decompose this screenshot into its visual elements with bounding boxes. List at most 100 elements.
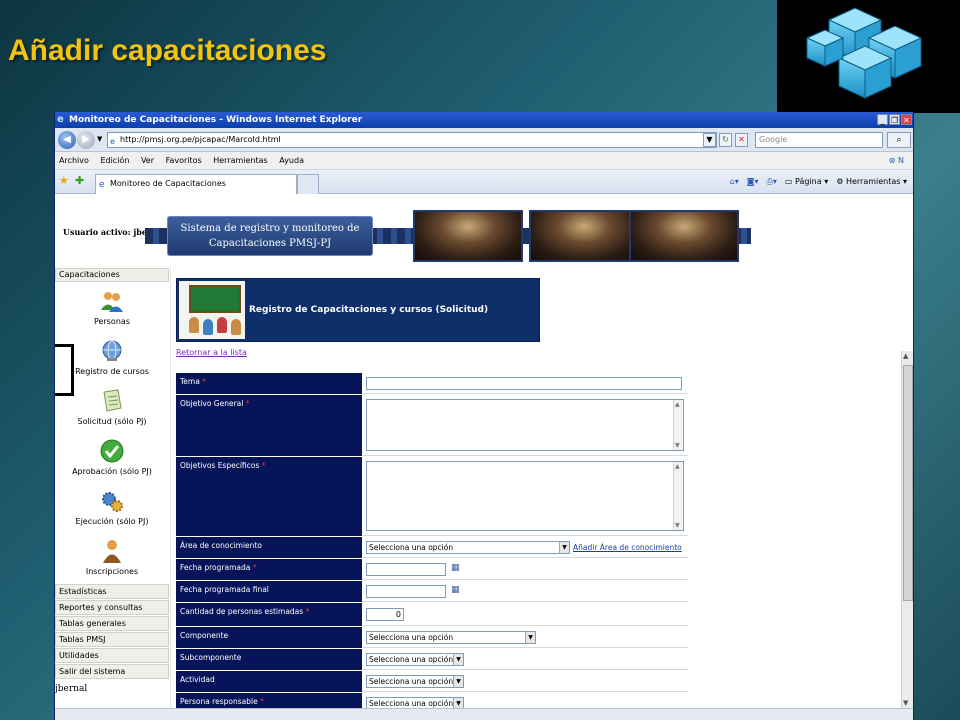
row-componente: Componente Selecciona una opción ▼ (176, 626, 688, 648)
banner-photo-2 (529, 210, 639, 262)
row-area-conocimiento: Área de conocimiento Selecciona una opci… (176, 536, 688, 558)
globe-icon (99, 338, 125, 364)
add-area-link[interactable]: Añadir Área de conocimiento (573, 543, 682, 552)
page-scrollbar[interactable]: ▲ ▼ (901, 351, 913, 708)
document-icon (99, 388, 125, 414)
address-dropdown-icon[interactable]: ▼ (703, 133, 716, 147)
menu-herramientas[interactable]: Herramientas (213, 156, 268, 165)
sidebar-section-salir[interactable]: Salir del sistema (55, 664, 169, 679)
chevron-down-icon: ▼ (453, 654, 463, 665)
home-icon[interactable]: ⌂▾ (730, 175, 739, 189)
objetivo-general-textarea[interactable] (366, 399, 684, 451)
address-bar[interactable]: e http://pmsj.org.pe/pjcapac/MarcoId.htm… (107, 132, 717, 148)
web-content: Usuario activo: jbernal Sistema de regis… (55, 196, 913, 708)
tema-input[interactable] (366, 377, 682, 390)
form-header-title: Registro de Capacitaciones y cursos (Sol… (249, 305, 489, 315)
fecha-final-input[interactable] (366, 585, 446, 598)
refresh-icon[interactable]: ↻ (719, 133, 732, 147)
sidebar-section-estadisticas[interactable]: Estadísticas (55, 584, 169, 599)
footer-user: jbernal (55, 684, 88, 694)
print-icon[interactable]: ⎙▾ (766, 175, 776, 189)
form-header: Registro de Capacitaciones y cursos (Sol… (176, 278, 540, 342)
add-favorite-icon[interactable]: ✚ (75, 174, 84, 187)
sidebar-section-tablas-generales[interactable]: Tablas generales (55, 616, 169, 631)
subcomponente-select[interactable]: Selecciona una opción ▼ (366, 653, 464, 666)
tools-menu[interactable]: ⚙ Herramientas ▾ (836, 175, 907, 189)
tab-title: Monitoreo de Capacitaciones (110, 179, 226, 188)
sidebar-item-ejecucion[interactable]: Ejecución (sólo PJ) (55, 488, 169, 526)
browser-window: e Monitoreo de Capacitaciones - Windows … (54, 112, 914, 720)
new-tab-button[interactable] (297, 174, 319, 194)
componente-select[interactable]: Selecciona una opción ▼ (366, 631, 536, 644)
sidebar-section-reportes[interactable]: Reportes y consultas (55, 600, 169, 615)
chevron-down-icon: ▼ (525, 632, 535, 643)
search-icon[interactable]: ⌕ (887, 132, 911, 148)
window-title: Monitoreo de Capacitaciones - Windows In… (69, 115, 363, 125)
history-dropdown-icon[interactable]: ▼ (97, 135, 102, 143)
slide-title: Añadir capacitaciones (8, 34, 327, 67)
sidebar-section-tablas-pmsj[interactable]: Tablas PMSJ (55, 632, 169, 647)
area-select[interactable]: Selecciona una opción ▼ (366, 541, 570, 554)
sidebar-section-utilidades[interactable]: Utilidades (55, 648, 169, 663)
sidebar-item-aprobacion[interactable]: Aprobación (sólo PJ) (55, 438, 169, 476)
sidebar-item-solicitud[interactable]: Solicitud (sólo PJ) (55, 388, 169, 426)
textarea-scrollbar[interactable] (673, 462, 683, 530)
calendar-icon[interactable]: ▦ (451, 563, 462, 574)
person-icon (99, 538, 125, 564)
favorites-star-icon[interactable]: ★ (59, 174, 69, 187)
sidebar-item-registro-de-cursos[interactable]: Registro de cursos (55, 338, 169, 396)
back-to-list-link[interactable]: Retornar a la lista (176, 348, 247, 357)
sidebar-item-inscripciones[interactable]: Inscripciones (55, 538, 169, 576)
row-cantidad: Cantidad de personas estimadas * 0 (176, 602, 688, 626)
back-button[interactable]: ◀ (58, 131, 76, 149)
close-button[interactable]: ✕ (901, 114, 912, 125)
row-fecha: Fecha programada * ▦ (176, 558, 688, 580)
menu-ver[interactable]: Ver (141, 156, 154, 165)
sidebar-header[interactable]: Capacitaciones (55, 268, 169, 282)
textarea-scrollbar[interactable] (673, 400, 683, 450)
menu-archivo[interactable]: Archivo (59, 156, 89, 165)
row-tema: Tema * (176, 372, 688, 394)
scroll-up-icon[interactable]: ▲ (903, 352, 908, 360)
menu-bar: Archivo Edición Ver Favoritos Herramient… (55, 152, 913, 170)
command-bar: ⌂▾ ◙▾ ⎙▾ ▭ Página ▾ ⚙ Herramientas ▾ (730, 175, 907, 189)
row-actividad: Actividad Selecciona una opción ▼ (176, 670, 688, 692)
scroll-down-icon[interactable]: ▼ (903, 699, 908, 707)
banner-photo-1 (413, 210, 523, 262)
row-subcomponente: Subcomponente Selecciona una opción ▼ (176, 648, 688, 670)
search-input[interactable]: Google (755, 132, 883, 148)
calendar-icon[interactable]: ▦ (451, 585, 462, 596)
fecha-input[interactable] (366, 563, 446, 576)
ie-logo-icon: e (57, 114, 64, 125)
actividad-select[interactable]: Selecciona una opción ▼ (366, 675, 464, 688)
restore-button[interactable]: ❐ (889, 114, 900, 125)
scrollbar-thumb[interactable] (903, 365, 913, 601)
messenger-icon[interactable]: ⊛ N (889, 152, 904, 170)
menu-favoritos[interactable]: Favoritos (166, 156, 202, 165)
feeds-icon[interactable]: ◙▾ (747, 175, 759, 189)
cantidad-input[interactable]: 0 (366, 608, 404, 621)
menu-edicion[interactable]: Edición (100, 156, 129, 165)
minimize-button[interactable]: _ (877, 114, 888, 125)
chevron-down-icon: ▼ (559, 542, 569, 553)
row-objetivo-general: Objetivo General * (176, 394, 688, 456)
row-fecha-final: Fecha programada final ▦ (176, 580, 688, 602)
row-responsable: Persona responsable * Selecciona una opc… (176, 692, 688, 708)
status-bar (55, 708, 913, 720)
tab-monitoreo[interactable]: e Monitoreo de Capacitaciones (95, 174, 297, 194)
objetivos-especificos-textarea[interactable] (366, 461, 684, 531)
address-url: http://pmsj.org.pe/pjcapac/MarcoId.html (120, 135, 281, 144)
forward-button[interactable]: ▶ (77, 131, 95, 149)
banner-title: Sistema de registro y monitoreo de Capac… (167, 216, 373, 256)
tab-page-icon: e (99, 180, 105, 190)
people-icon (99, 288, 125, 314)
sidebar: Capacitaciones Personas Registro de curs… (55, 266, 171, 708)
sidebar-item-personas[interactable]: Personas (55, 288, 169, 326)
menu-ayuda[interactable]: Ayuda (279, 156, 304, 165)
address-toolbar: ◀ ▶ ▼ e http://pmsj.org.pe/pjcapac/Marco… (55, 128, 913, 152)
responsable-select[interactable]: Selecciona una opción ▼ (366, 697, 464, 708)
stop-icon[interactable]: ✕ (735, 133, 748, 147)
tab-bar: ★ ✚ e Monitoreo de Capacitaciones ⌂▾ ◙▾ … (55, 170, 913, 194)
page-menu[interactable]: ▭ Página ▾ (785, 175, 828, 189)
chevron-down-icon: ▼ (453, 676, 463, 687)
